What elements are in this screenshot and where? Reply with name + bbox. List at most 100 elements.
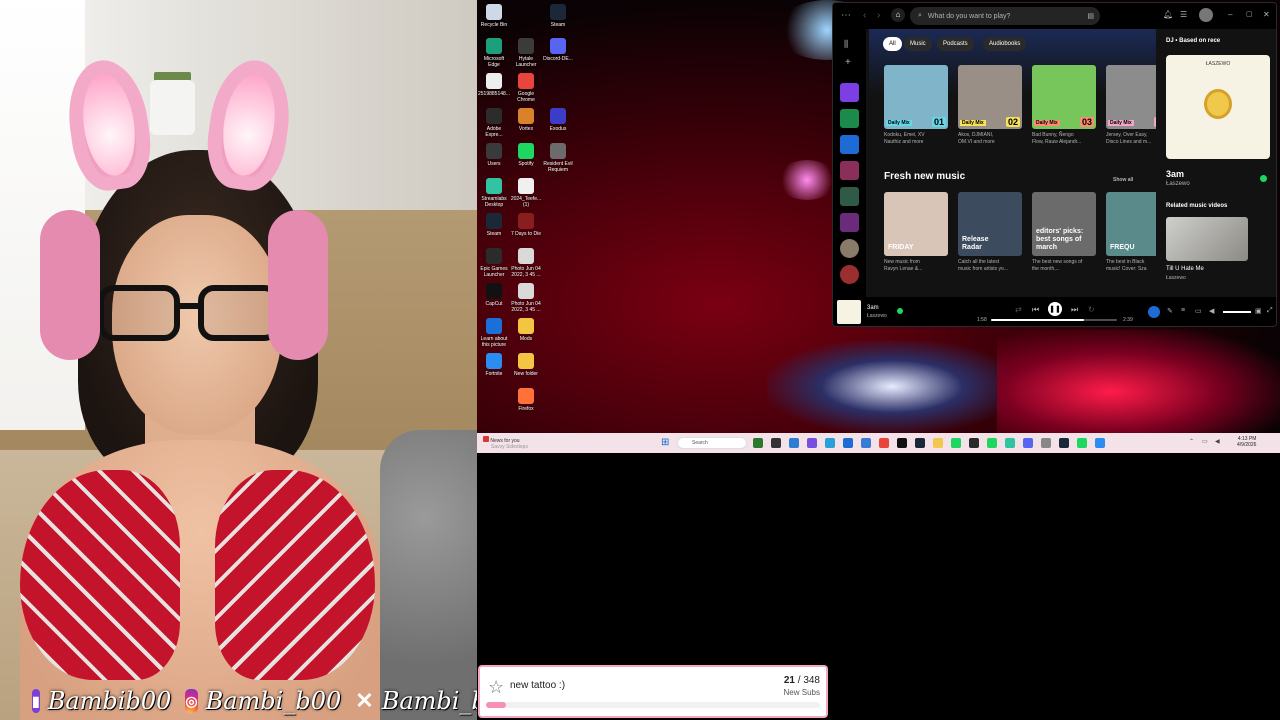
daily-mix-card[interactable]: Daily Mix 03 Bad Bunny, Ñengo Flow, Rauw A…	[1032, 65, 1096, 146]
taskbar-app-icon[interactable]	[987, 438, 997, 448]
now-playing-art[interactable]	[837, 300, 861, 324]
chip-podcasts[interactable]: Podcasts	[937, 37, 974, 51]
chip-all[interactable]: All	[883, 37, 902, 51]
taskbar-app-icon[interactable]	[915, 438, 925, 448]
devices-icon[interactable]: ▭	[1195, 307, 1202, 315]
maximize-icon[interactable]: ▢	[1246, 10, 1253, 18]
library-item[interactable]	[840, 135, 859, 154]
tray-chevron-icon[interactable]: ⌃	[1189, 438, 1194, 445]
desktop-icon[interactable]: Mods	[509, 318, 543, 342]
fresh-music-heading[interactable]: Fresh new music	[884, 171, 965, 182]
taskbar-search[interactable]: Search	[677, 437, 747, 449]
playlist-card[interactable]: editors' picks: best songs of march The b…	[1032, 192, 1096, 273]
desktop-icon[interactable]: Users	[477, 143, 511, 167]
desktop-icon[interactable]: Hytale Launcher	[509, 38, 543, 68]
desktop-icon[interactable]: New folder	[509, 353, 543, 377]
taskbar-app-icon[interactable]	[843, 438, 853, 448]
previous-icon[interactable]: ⏮︎	[1032, 305, 1039, 315]
library-icon[interactable]: ⫼	[844, 39, 848, 50]
taskbar-app-icon[interactable]	[1005, 438, 1015, 448]
library-item[interactable]	[840, 265, 859, 284]
taskbar-app-icon[interactable]	[933, 438, 943, 448]
shuffle-icon[interactable]: ⇄	[1015, 305, 1022, 314]
taskbar-app-icon[interactable]	[825, 438, 835, 448]
taskbar-app-icon[interactable]	[753, 438, 763, 448]
now-playing-artist[interactable]: Łaszewo	[867, 313, 887, 319]
desktop-icon[interactable]: Recycle Bin	[477, 4, 511, 28]
taskbar-app-icon[interactable]	[789, 438, 799, 448]
windows-start-icon[interactable]: ⊞	[661, 438, 671, 448]
taskbar-app-icon[interactable]	[969, 438, 979, 448]
saved-check-icon[interactable]	[897, 308, 903, 314]
desktop-icon[interactable]: Discord-DE...	[541, 38, 575, 62]
lyrics-icon[interactable]: ✎	[1167, 307, 1173, 315]
bell-icon[interactable]: 🔔︎	[1163, 10, 1173, 19]
queue-icon[interactable]: ≡	[1181, 307, 1185, 314]
back-icon[interactable]: ‹	[863, 10, 866, 21]
saved-check-icon[interactable]	[1260, 175, 1267, 182]
library-item[interactable]	[840, 239, 859, 258]
dj-icon[interactable]	[1148, 306, 1160, 318]
fullscreen-icon[interactable]: ⤢	[1267, 307, 1273, 315]
desktop-icon[interactable]: Steam	[541, 4, 575, 28]
taskbar-app-icon[interactable]	[1095, 438, 1105, 448]
library-item[interactable]	[840, 161, 859, 180]
close-icon[interactable]: ✕	[1263, 10, 1270, 19]
next-icon[interactable]: ⏭︎	[1071, 305, 1078, 315]
taskbar-app-icon[interactable]	[1077, 438, 1087, 448]
show-all-link[interactable]: Show all	[1113, 177, 1133, 183]
playlist-card[interactable]: Release Radar Catch all the latest music …	[958, 192, 1022, 273]
browse-icon[interactable]: ▤	[1087, 12, 1094, 20]
library-item[interactable]	[840, 213, 859, 232]
home-icon[interactable]: ⌂	[891, 8, 905, 22]
taskbar-app-icon[interactable]	[771, 438, 781, 448]
volume-icon[interactable]: ◀︎	[1215, 438, 1220, 445]
related-video-thumbnail[interactable]	[1166, 217, 1248, 261]
sidebar-song-title[interactable]: 3am	[1166, 169, 1184, 179]
volume-icon[interactable]: ◀︎	[1209, 307, 1214, 315]
news-widget[interactable]: News for you Savvy Sidesteps	[483, 436, 528, 450]
forward-icon[interactable]: ›	[877, 10, 880, 21]
chip-audiobooks[interactable]: Audiobooks	[983, 37, 1027, 51]
playlist-card[interactable]: FREQU The best in Black music! Cover: Sza	[1106, 192, 1156, 273]
desktop-icon[interactable]: 7 Days to Die	[509, 213, 543, 237]
library-item[interactable]	[840, 187, 859, 206]
create-icon[interactable]: +	[845, 57, 851, 68]
desktop-icon[interactable]: Exodus	[541, 108, 575, 132]
taskbar-app-icon[interactable]	[807, 438, 817, 448]
taskbar-app-icon[interactable]	[897, 438, 907, 448]
desktop-icon[interactable]: Firefox	[509, 388, 543, 412]
taskbar-app-icon[interactable]	[1023, 438, 1033, 448]
taskbar-clock[interactable]: 4:13 PM 4/9/2026	[1237, 436, 1256, 448]
desktop-icon[interactable]: Epic Games Launcher	[477, 248, 511, 278]
taskbar-app-icon[interactable]	[951, 438, 961, 448]
avatar[interactable]	[1199, 8, 1213, 22]
now-playing-title[interactable]: 3am	[867, 305, 879, 311]
friends-icon[interactable]: ☰	[1180, 10, 1187, 19]
taskbar-app-icon[interactable]	[861, 438, 871, 448]
taskbar-app-icon[interactable]	[1041, 438, 1051, 448]
network-icon[interactable]: ▭	[1202, 438, 1208, 445]
sidebar-artist[interactable]: Łaszewo	[1166, 181, 1190, 187]
desktop-icon[interactable]: Microsoft Edge	[477, 38, 511, 68]
progress-bar[interactable]	[991, 319, 1117, 321]
volume-slider[interactable]	[1223, 311, 1251, 313]
desktop-icon[interactable]: Vortex	[509, 108, 543, 132]
desktop-icon[interactable]: Fortnite	[477, 353, 511, 377]
taskbar-app-icon[interactable]	[879, 438, 889, 448]
pause-button[interactable]: ❚❚	[1048, 302, 1062, 316]
minimize-icon[interactable]: –	[1228, 10, 1232, 19]
search-input[interactable]: ⌕ What do you want to play? ▤	[910, 7, 1100, 25]
more-icon[interactable]: ⋯	[841, 10, 851, 21]
library-item-liked[interactable]	[840, 83, 859, 102]
related-video-title[interactable]: Till U Hate Me	[1166, 266, 1204, 272]
desktop-icon[interactable]: Photo Jun 04 2022, 3 45 ...	[509, 283, 543, 313]
related-video-artist[interactable]: Łaszewo	[1166, 275, 1186, 281]
desktop-icon[interactable]: Streamlabs Desktop	[477, 178, 511, 208]
desktop-icon[interactable]: 2519885148...	[477, 73, 511, 97]
desktop-icon[interactable]: Steam	[477, 213, 511, 237]
desktop-icon[interactable]: Google Chrome	[509, 73, 543, 103]
desktop-icon[interactable]: Spotify	[509, 143, 543, 167]
daily-mix-card[interactable]: Daily Mix 01 Kodoku, Emei, XV Nauthiz and …	[884, 65, 948, 146]
library-item[interactable]	[840, 109, 859, 128]
